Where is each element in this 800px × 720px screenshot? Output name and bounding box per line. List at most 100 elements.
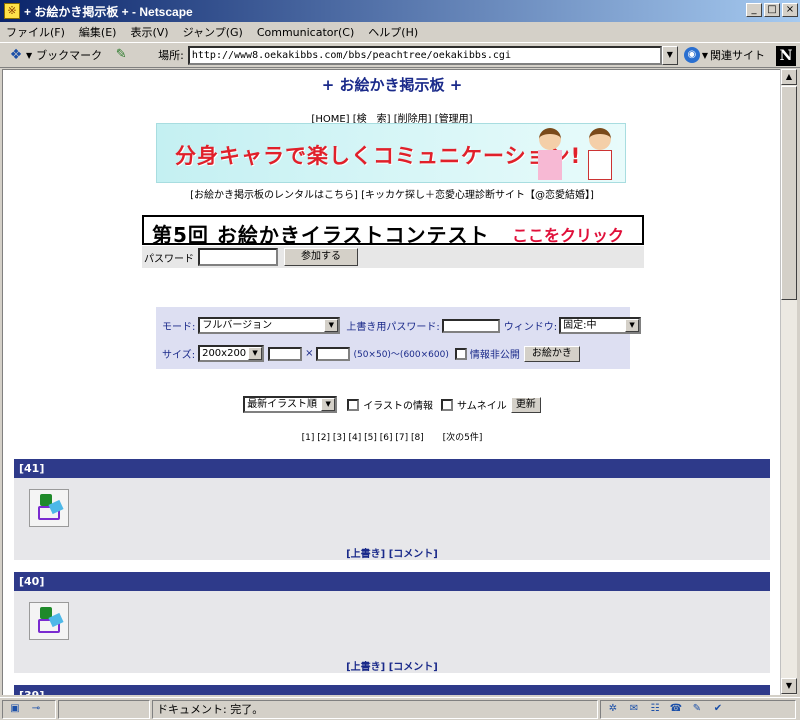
dropdown-arrow-icon: ▼ (26, 50, 33, 60)
post-header: [40] (14, 572, 770, 591)
post-body: [上書き] [コメント] (14, 478, 770, 560)
next-page-link[interactable]: [次の5件] (443, 433, 483, 443)
page-link-6[interactable]: [6] (380, 433, 393, 443)
post-header: [39] (14, 685, 770, 695)
location-toolbar: ❖ ▼ ブックマーク ✎ 場所: http://www8.oekakibbs.c… (0, 42, 800, 68)
ad-banner[interactable]: 分身キャラで楽しくコミュニケーション! (156, 123, 626, 183)
illust-info-label: イラストの情報 (363, 401, 433, 412)
password-label: パスワード (144, 253, 194, 265)
window-title: + お絵かき掲示板 + - Netscape (24, 4, 193, 19)
comment-link[interactable]: [コメント] (389, 549, 438, 560)
refresh-button[interactable]: 更新 (510, 396, 541, 413)
contest-banner[interactable]: 第5回 お絵かきイラストコンテスト ここをクリック (142, 215, 644, 247)
menu-edit[interactable]: 編集(E) (79, 24, 117, 40)
progress-bar (58, 699, 150, 719)
dropdown-arrow-icon: ▼ (321, 398, 336, 411)
address-book-icon[interactable]: ☎ (667, 702, 685, 716)
page-link-2[interactable]: [2] (317, 433, 330, 443)
window-select[interactable]: 固定:中 ▼ (559, 317, 642, 334)
bookmark-button[interactable]: ブックマーク (36, 47, 102, 63)
times-sign: × (305, 348, 314, 359)
menu-communicator[interactable]: Communicator(C) (257, 26, 354, 39)
height-input[interactable] (316, 346, 351, 361)
drawing-thumbnail-icon[interactable] (29, 602, 69, 640)
mail-icon[interactable]: ✉ (625, 702, 643, 716)
location-label: 場所: (158, 49, 184, 62)
menu-help[interactable]: ヘルプ(H) (368, 24, 418, 40)
scroll-up-icon[interactable]: ▲ (781, 69, 797, 85)
app-icon[interactable]: ※ (4, 3, 20, 19)
window-label: ウィンドウ: (503, 322, 558, 333)
contest-click-text: ここをクリック (512, 226, 625, 245)
netscape-logo-icon[interactable]: N (776, 46, 796, 66)
page-viewport: + お絵かき掲示板 + [HOME] [検 索] [削除用] [管理用] 分身キ… (2, 69, 780, 695)
page-link-8[interactable]: [8] (411, 433, 424, 443)
contest-password-row: パスワード 参加する (142, 246, 644, 268)
girl-character-image (535, 128, 565, 182)
minimize-button[interactable]: _ (746, 3, 762, 17)
status-bar: ▣ ⊸ ドキュメント: 完了。 ✲ ✉ ☷ ☎ ✎ ✔ (0, 697, 800, 720)
illust-info-checkbox[interactable] (347, 398, 360, 411)
dropdown-arrow-icon: ▼ (248, 347, 263, 360)
overwrite-link[interactable]: [上書き] (346, 549, 385, 560)
post-actions: [上書き] [コメント] (14, 545, 770, 560)
menu-bar: ファイル(F) 編集(E) 表示(V) ジャンプ(G) Communicator… (0, 22, 800, 42)
rental-link[interactable]: [お絵かき掲示板のレンタルはこちら] (190, 190, 358, 201)
newsgroup-icon[interactable]: ☷ (646, 702, 664, 716)
connection-icon: ⊸ (31, 703, 41, 714)
dropdown-arrow-icon: ▼ (701, 50, 709, 60)
related-sites-button[interactable]: 関連サイト (710, 47, 765, 63)
overwrite-link[interactable]: [上書き] (346, 662, 385, 673)
dropdown-arrow-icon: ▼ (625, 319, 640, 332)
thumbnail-checkbox[interactable] (441, 398, 453, 411)
close-button[interactable]: × (782, 3, 798, 17)
page-link-3[interactable]: [3] (333, 433, 346, 443)
status-text: ドキュメント: 完了。 (152, 699, 598, 719)
page-title: + お絵かき掲示板 + (321, 76, 463, 94)
post-actions: [上書き] [コメント] (14, 658, 770, 673)
hide-info-checkbox[interactable] (454, 347, 467, 360)
post-header: [41] (14, 459, 770, 478)
maximize-button[interactable]: □ (764, 3, 780, 17)
size-select[interactable]: 200x200 ▼ (198, 345, 265, 362)
bookmark-icon[interactable]: ❖ (6, 47, 26, 63)
security-indicator[interactable]: ▣ ⊸ (2, 699, 56, 719)
vertical-scrollbar[interactable]: ▲ ▼ (780, 69, 797, 695)
menu-view[interactable]: 表示(V) (130, 24, 168, 40)
boy-character-image (585, 128, 615, 182)
url-input[interactable]: http://www8.oekakibbs.com/bbs/peachtree/… (187, 45, 662, 65)
size-label: サイズ: (162, 350, 196, 361)
pagination: [1] [2] [3] [4] [5] [6] [7] [8] [次の5件] (3, 430, 780, 443)
overwrite-password-label: 上書き用パスワード: (346, 322, 440, 333)
sort-order-select[interactable]: 最新イラスト順 ▼ (243, 396, 338, 413)
page-link-5[interactable]: [5] (364, 433, 377, 443)
url-dropdown-button[interactable]: ▼ (661, 45, 678, 65)
love-site-link[interactable]: [キッカケ探し＋恋愛心理診断サイト【@恋愛結婚】] (361, 190, 594, 201)
checkmark-icon[interactable]: ✔ (709, 702, 727, 716)
menu-go[interactable]: ジャンプ(G) (183, 24, 243, 40)
menu-file[interactable]: ファイル(F) (6, 24, 65, 40)
overwrite-password-input[interactable] (441, 318, 500, 333)
sort-options: 最新イラスト順 ▼ イラストの情報 サムネイル 更新 (3, 396, 780, 413)
join-button[interactable]: 参加する (284, 248, 358, 266)
drawing-thumbnail-icon[interactable] (29, 489, 69, 527)
scroll-down-icon[interactable]: ▼ (781, 678, 797, 694)
scrollbar-thumb[interactable] (781, 86, 797, 300)
page-link-7[interactable]: [7] (395, 433, 408, 443)
ad-banner-text: 分身キャラで楽しくコミュニケーション! (175, 144, 582, 168)
composer-icon[interactable]: ✎ (688, 702, 706, 716)
thumbnail-label: サムネイル (457, 401, 507, 412)
lock-icon[interactable]: ▣ (6, 702, 24, 716)
globe-icon[interactable]: ◉ (683, 47, 700, 63)
contest-password-input[interactable] (198, 248, 278, 266)
location-icon[interactable]: ✎ (112, 47, 130, 63)
page-link-4[interactable]: [4] (349, 433, 362, 443)
comment-link[interactable]: [コメント] (389, 662, 438, 673)
draw-button[interactable]: お絵かき (523, 345, 580, 362)
contest-banner-text: 第5回 お絵かきイラストコンテスト (152, 223, 490, 247)
navigator-icon[interactable]: ✲ (604, 702, 622, 716)
mode-select[interactable]: フルバージョン ▼ (198, 317, 341, 334)
page-link-1[interactable]: [1] (302, 433, 315, 443)
oekaki-form: モード: フルバージョン ▼ 上書き用パスワード: ウィンドウ: 固定:中 ▼ … (156, 307, 642, 369)
width-input[interactable] (268, 346, 303, 361)
